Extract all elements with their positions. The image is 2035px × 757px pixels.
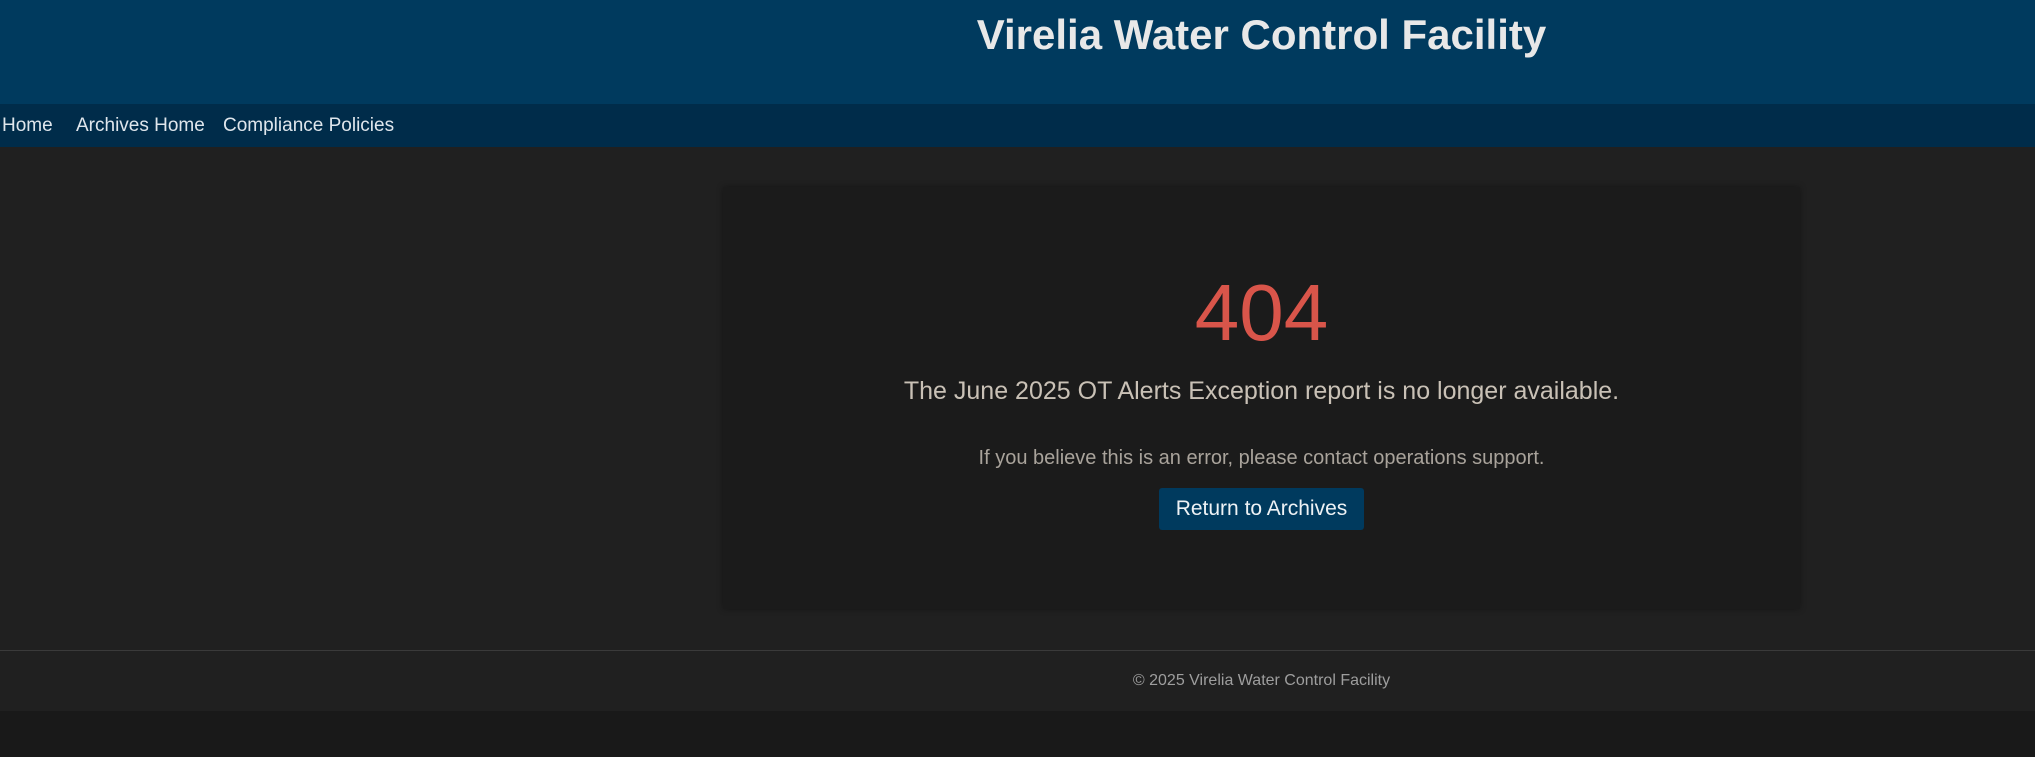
- nav-link-compliance-policies[interactable]: Compliance Policies: [223, 114, 394, 138]
- error-message: The June 2025 OT Alerts Exception report…: [903, 377, 1620, 405]
- return-to-archives-button[interactable]: Return to Archives: [1159, 488, 1364, 530]
- main-nav: Home Archives Home Compliance Policies: [0, 104, 2035, 147]
- error-card: 404 The June 2025 OT Alerts Exception re…: [723, 187, 1800, 609]
- site-title: Virelia Water Control Facility: [976, 11, 1547, 58]
- site-footer: © 2025 Virelia Water Control Facility: [0, 650, 2035, 711]
- nav-link-home[interactable]: Home: [2, 114, 53, 138]
- page-bottom-area: [0, 711, 2035, 757]
- site-header: Virelia Water Control Facility: [0, 0, 2035, 104]
- error-code: 404: [1194, 268, 1329, 357]
- footer-copyright: © 2025 Virelia Water Control Facility: [1132, 672, 1391, 689]
- nav-link-archives-home[interactable]: Archives Home: [76, 114, 205, 138]
- page: Virelia Water Control Facility Home Arch…: [0, 0, 2035, 757]
- error-help-text: If you believe this is an error, please …: [978, 447, 1545, 469]
